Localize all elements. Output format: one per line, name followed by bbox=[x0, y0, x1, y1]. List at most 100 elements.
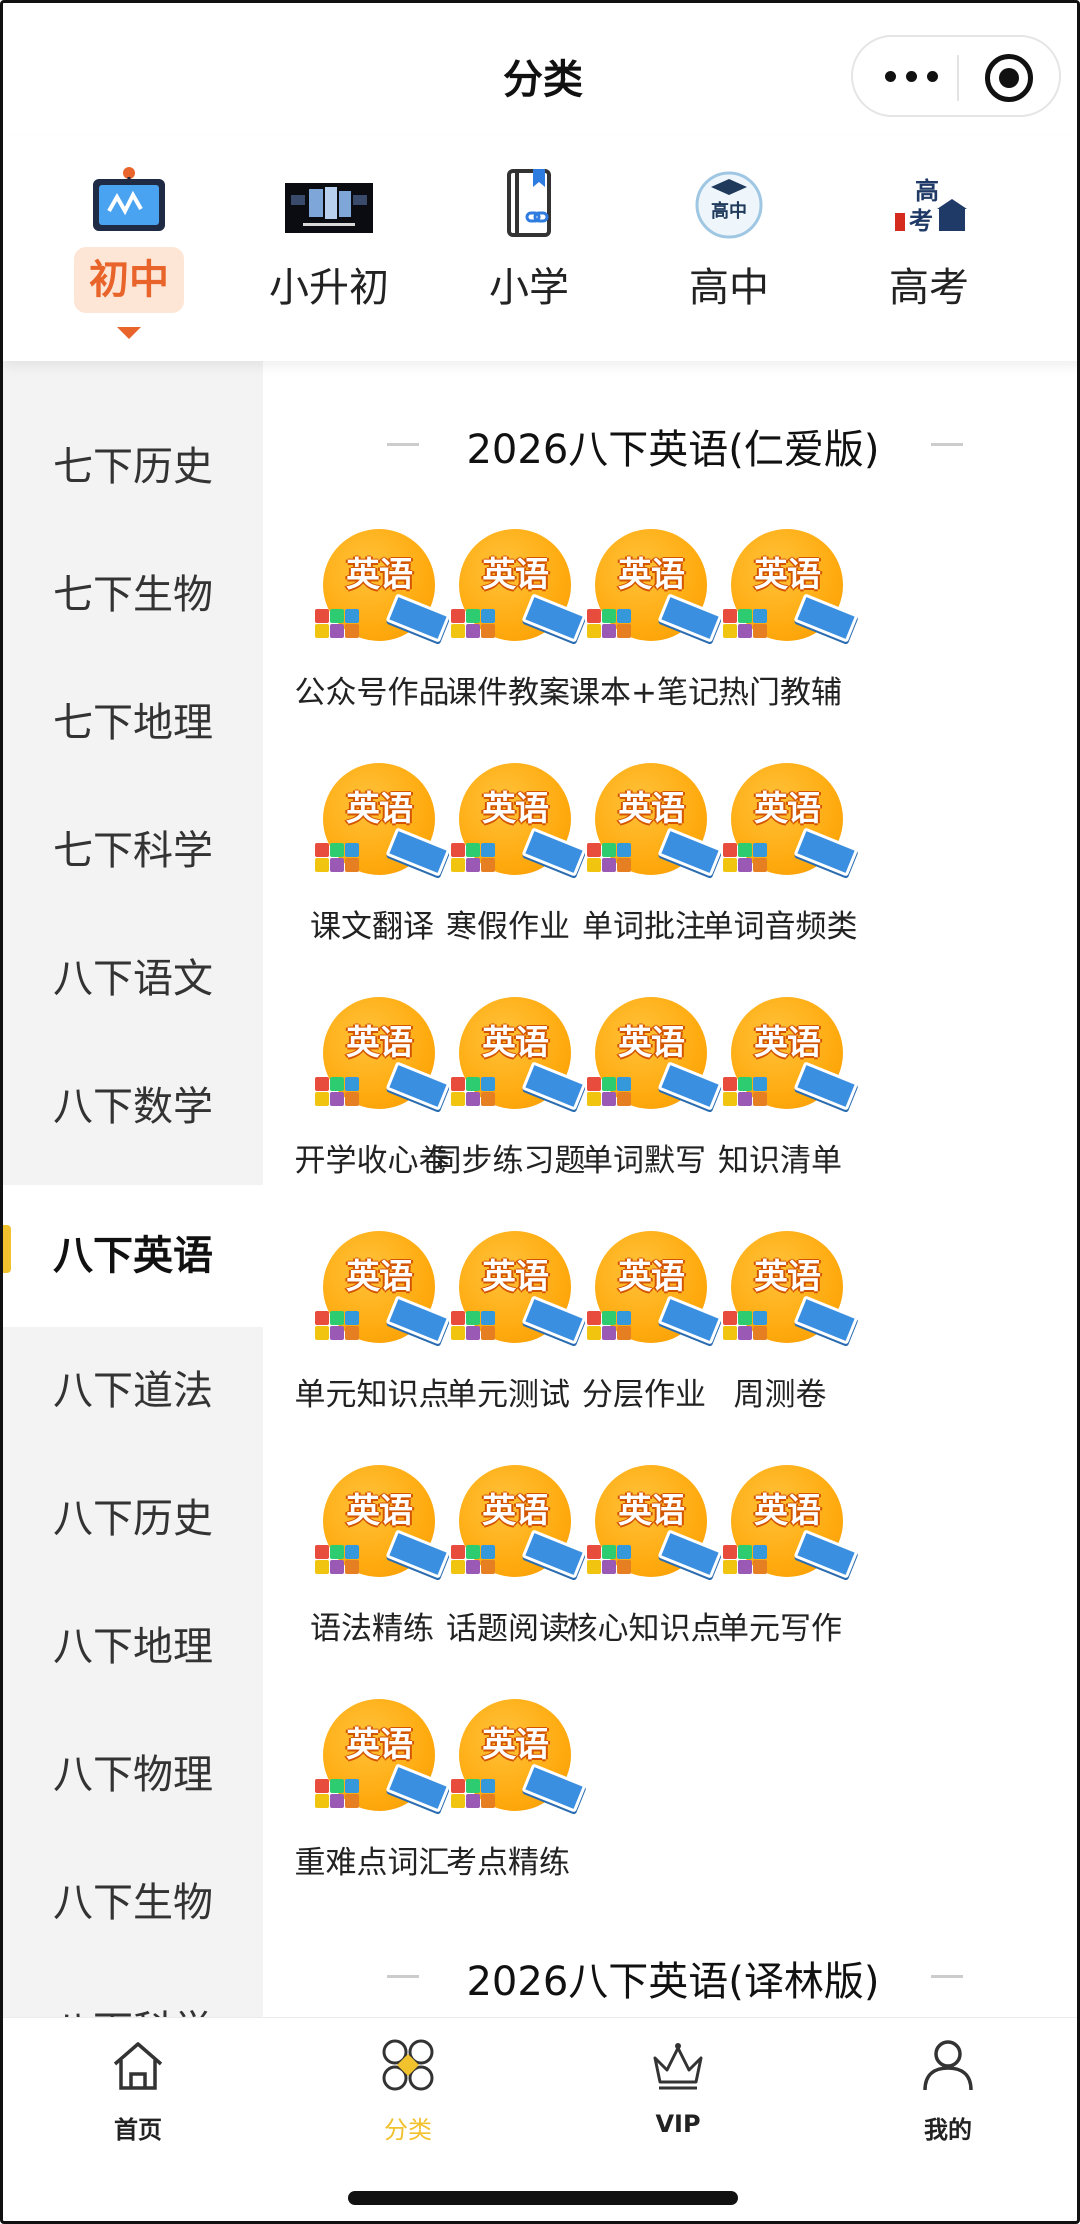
level-tab-gaokao[interactable]: 高 考 高考 bbox=[829, 135, 1029, 361]
subject-sidebar[interactable]: 七下道法 七下历史 七下生物 七下地理 七下科学 八下语文 八下数学 八下英语 … bbox=[3, 361, 263, 2017]
english-subject-icon: 英语 bbox=[721, 1457, 859, 1587]
alphabet-blocks-icon bbox=[315, 843, 377, 875]
letter-block bbox=[330, 1779, 344, 1793]
alphabet-blocks-icon bbox=[587, 843, 649, 875]
resource-item[interactable]: 英语 知识清单 bbox=[685, 989, 875, 1209]
letter-block bbox=[602, 1545, 616, 1559]
letter-block bbox=[315, 1077, 329, 1091]
title-divider bbox=[931, 443, 963, 446]
letter-block bbox=[345, 1560, 359, 1574]
close-miniprogram-icon[interactable] bbox=[985, 54, 1033, 102]
resource-item[interactable]: 英语 单词音频类 bbox=[685, 755, 875, 975]
letter-block bbox=[330, 624, 344, 638]
sidebar-item[interactable]: 七下地理 bbox=[3, 659, 263, 787]
title-divider bbox=[387, 443, 419, 446]
letter-block bbox=[330, 858, 344, 872]
resource-item[interactable]: 英语 周测卷 bbox=[685, 1223, 875, 1443]
sidebar-item[interactable]: 七下科学 bbox=[3, 787, 263, 915]
tab-home[interactable]: 首页 bbox=[3, 2018, 273, 2168]
letter-block bbox=[481, 843, 495, 857]
level-tab-label: 高中 bbox=[689, 265, 769, 311]
tab-mine[interactable]: 我的 bbox=[813, 2018, 1077, 2168]
letter-block bbox=[587, 624, 601, 638]
section-title: 2026八下英语(仁爱版) bbox=[263, 417, 1077, 475]
resource-item[interactable]: 英语 考点精练 bbox=[413, 1691, 603, 1911]
letter-block bbox=[481, 858, 495, 872]
letter-block bbox=[602, 609, 616, 623]
letter-block bbox=[617, 843, 631, 857]
letter-block bbox=[738, 858, 752, 872]
sidebar-item[interactable]: 八下科学 bbox=[3, 1967, 263, 2017]
letter-block bbox=[315, 1092, 329, 1106]
alphabet-blocks-icon bbox=[451, 1077, 513, 1109]
alphabet-blocks-icon bbox=[587, 609, 649, 641]
letter-block bbox=[617, 1326, 631, 1340]
letter-block bbox=[587, 609, 601, 623]
miniprogram-capsule bbox=[851, 35, 1061, 117]
gaokao-logo-icon: 高 考 bbox=[895, 177, 967, 235]
level-tabs: 初中 小升初 小学 高中 高中 高 考 高考 bbox=[3, 135, 1077, 361]
sidebar-item[interactable]: 八下道法 bbox=[3, 1327, 263, 1455]
letter-block bbox=[723, 1326, 737, 1340]
letter-block bbox=[451, 609, 465, 623]
level-tab-junior[interactable]: 初中 bbox=[29, 135, 229, 361]
alphabet-blocks-icon bbox=[723, 843, 785, 875]
letter-block bbox=[481, 1326, 495, 1340]
sidebar-item[interactable]: 七下道法 bbox=[3, 361, 263, 403]
letter-block bbox=[753, 1326, 767, 1340]
letter-block bbox=[481, 1092, 495, 1106]
category-icon bbox=[382, 2039, 434, 2091]
icon-text: 英语 bbox=[754, 789, 821, 829]
letter-block bbox=[345, 1311, 359, 1325]
letter-block bbox=[466, 1794, 480, 1808]
letter-block bbox=[315, 1545, 329, 1559]
resource-item[interactable]: 英语 热门教辅 bbox=[685, 521, 875, 741]
tab-label: 分类 bbox=[384, 2116, 432, 2144]
active-caret-icon bbox=[117, 327, 141, 339]
svg-text:考: 考 bbox=[909, 207, 933, 235]
letter-block bbox=[481, 1779, 495, 1793]
letter-block bbox=[738, 1077, 752, 1091]
level-tab-primary-to-junior[interactable]: 小升初 bbox=[229, 135, 429, 361]
icon-text: 英语 bbox=[754, 555, 821, 595]
letter-block bbox=[451, 1779, 465, 1793]
letter-block bbox=[723, 1560, 737, 1574]
category-content[interactable]: 2026八下英语(仁爱版) 英语 公众号作品 英语 课件教案 英语 课本+笔记 英语 热门教辅… bbox=[263, 361, 1077, 2017]
more-icon[interactable] bbox=[879, 55, 949, 97]
letter-block bbox=[617, 624, 631, 638]
alphabet-blocks-icon bbox=[587, 1545, 649, 1577]
level-tab-senior[interactable]: 高中 高中 bbox=[629, 135, 829, 361]
level-tab-label: 小升初 bbox=[269, 265, 389, 311]
resource-item-label: 单元写作 bbox=[718, 1611, 842, 1647]
letter-block bbox=[451, 1545, 465, 1559]
tab-category[interactable]: 分类 bbox=[273, 2018, 543, 2168]
letter-block bbox=[723, 609, 737, 623]
letter-block bbox=[753, 843, 767, 857]
sidebar-item[interactable]: 八下历史 bbox=[3, 1455, 263, 1583]
alphabet-blocks-icon bbox=[723, 1545, 785, 1577]
level-tab-label: 初中 bbox=[74, 247, 184, 313]
alphabet-blocks-icon bbox=[723, 609, 785, 641]
sidebar-item[interactable]: 八下语文 bbox=[3, 915, 263, 1043]
sidebar-item[interactable]: 八下数学 bbox=[3, 1043, 263, 1171]
alphabet-blocks-icon bbox=[315, 1077, 377, 1109]
resource-item[interactable]: 英语 单元写作 bbox=[685, 1457, 875, 1677]
letter-block bbox=[466, 624, 480, 638]
sidebar-item[interactable]: 八下地理 bbox=[3, 1583, 263, 1711]
sidebar-item[interactable]: 八下物理 bbox=[3, 1711, 263, 1839]
crown-icon bbox=[653, 2043, 703, 2090]
letter-block bbox=[753, 624, 767, 638]
letter-block bbox=[466, 1311, 480, 1325]
level-tab-primary[interactable]: 小学 bbox=[429, 135, 629, 361]
letter-block bbox=[481, 609, 495, 623]
sidebar-item-active[interactable]: 八下英语 bbox=[3, 1185, 263, 1327]
sidebar-item[interactable]: 七下历史 bbox=[3, 403, 263, 531]
sidebar-item[interactable]: 八下生物 bbox=[3, 1839, 263, 1967]
tab-vip[interactable]: VIP bbox=[543, 2018, 813, 2168]
letter-block bbox=[587, 1545, 601, 1559]
alphabet-blocks-icon bbox=[315, 1545, 377, 1577]
letter-block bbox=[330, 843, 344, 857]
alphabet-blocks-icon bbox=[451, 609, 513, 641]
sidebar-item[interactable]: 七下生物 bbox=[3, 531, 263, 659]
letter-block bbox=[723, 1545, 737, 1559]
